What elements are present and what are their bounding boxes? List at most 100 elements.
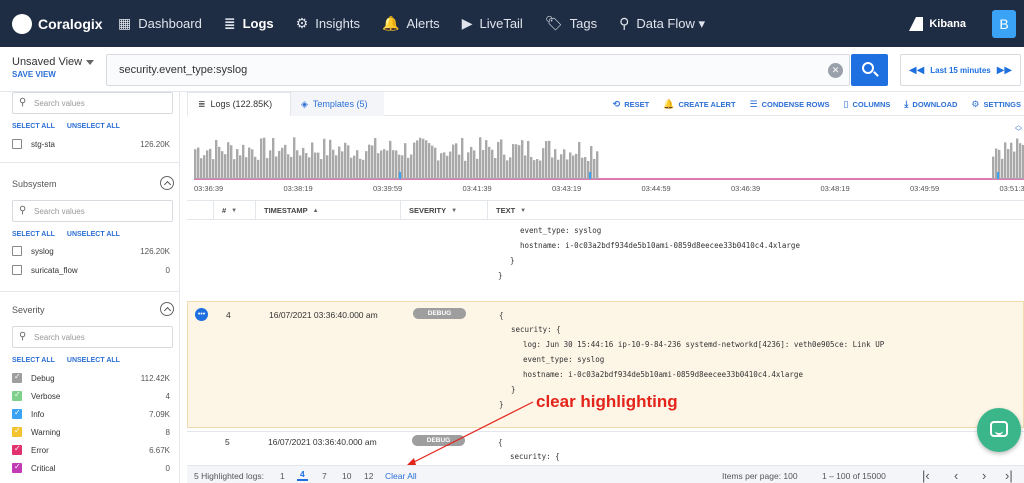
column-header-number[interactable]: # ▼ — [213, 201, 255, 220]
select-all-link[interactable]: SELECT ALL — [12, 123, 55, 130]
view-selector[interactable]: Unsaved View SAVE VIEW — [12, 56, 95, 79]
highlight-page-12[interactable]: 12 — [364, 471, 373, 481]
checkbox[interactable] — [12, 139, 22, 149]
histogram-bar — [269, 150, 272, 179]
nav-item-dataflow[interactable]: ⚲ Data Flow ▾ — [619, 0, 705, 47]
filter-item-critical[interactable]: Critical 0 — [12, 461, 170, 475]
checkbox[interactable] — [12, 246, 22, 256]
filter-item[interactable]: stg-sta 126.20K — [12, 137, 170, 151]
select-all-link[interactable]: SELECT ALL — [12, 357, 55, 364]
kibana-link[interactable]: Kibana — [909, 16, 966, 31]
query-input[interactable]: security.event_type:syslog ✕ — [106, 54, 850, 86]
checkbox[interactable] — [12, 390, 22, 401]
unselect-all-link[interactable]: UNSELECT ALL — [67, 123, 120, 130]
histogram-bar — [539, 160, 542, 179]
download-button[interactable]: ⤓ DOWNLOAD — [904, 99, 957, 110]
search-button[interactable] — [851, 54, 888, 86]
chat-widget-button[interactable] — [977, 408, 1021, 452]
filter-item-syslog[interactable]: syslog 126.20K — [12, 244, 170, 258]
columns-button[interactable]: ▯ COLUMNS — [844, 99, 891, 110]
last-page-icon[interactable]: ›| — [1005, 468, 1013, 483]
histogram-bar — [311, 142, 314, 179]
checkbox[interactable] — [12, 265, 22, 275]
search-values-input[interactable]: ⚲ Search values — [12, 326, 173, 348]
histogram-axis: 03:36:39 03:38:19 03:39:59 03:41:39 03:43:19… — [194, 184, 1024, 196]
view-name[interactable]: Unsaved View — [12, 56, 95, 68]
column-header-text[interactable]: TEXT ▼ — [487, 201, 1024, 220]
filter-item-verbose[interactable]: Verbose 4 — [12, 389, 170, 403]
query-text[interactable]: security.event_type:syslog — [119, 64, 247, 76]
histogram-tick-label: 03:48:19 — [820, 184, 850, 193]
prev-page-icon[interactable]: ‹ — [954, 468, 958, 483]
nav-item-logs[interactable]: ≣ Logs — [224, 0, 274, 47]
filter-item-warning[interactable]: Warning 8 — [12, 425, 170, 439]
highlight-page-4[interactable]: 4 — [297, 469, 308, 481]
subsystem-header[interactable]: Subsystem — [12, 176, 174, 190]
column-header-timestamp[interactable]: TIMESTAMP ▲ — [255, 201, 400, 220]
log-line: log: Jun 30 15:44:16 ip-10-9-84-236 syst… — [523, 340, 885, 349]
gear-icon: ⚙ — [971, 98, 980, 109]
checkbox[interactable] — [12, 372, 22, 383]
divider — [0, 291, 180, 292]
settings-button[interactable]: ⚙ SETTINGS — [971, 99, 1021, 110]
avatar[interactable]: B — [992, 9, 1016, 38]
histogram-bar — [497, 141, 500, 179]
checkbox[interactable] — [12, 408, 22, 419]
unselect-all-link[interactable]: UNSELECT ALL — [67, 357, 120, 364]
highlight-page-1[interactable]: 1 — [280, 471, 285, 481]
checkbox[interactable] — [12, 426, 22, 437]
nav-item-alerts[interactable]: 🔔 Alerts — [382, 0, 440, 47]
filter-item-error[interactable]: Error 6.67K — [12, 443, 170, 457]
histogram-bar — [296, 150, 299, 179]
histogram-tick-label: 03:41:39 — [462, 184, 492, 193]
first-page-icon[interactable]: |‹ — [922, 468, 930, 483]
tab-logs[interactable]: ≣ Logs (122.85K) — [187, 92, 291, 116]
filter-item-suricata-flow[interactable]: suricata_flow 0 — [12, 263, 170, 277]
fast-forward-icon[interactable]: ▶▶ — [997, 65, 1012, 76]
brand[interactable]: Coralogix — [0, 13, 118, 34]
select-all-link[interactable]: SELECT ALL — [12, 231, 55, 238]
save-view-button[interactable]: SAVE VIEW — [12, 70, 94, 79]
histogram-bar — [419, 137, 422, 179]
histogram-bar — [344, 142, 347, 179]
reset-button[interactable]: ⟲ RESET — [613, 99, 650, 110]
condense-rows-button[interactable]: ☰ CONDENSE ROWS — [750, 99, 830, 110]
histogram-bar — [278, 150, 281, 179]
highlight-page-7[interactable]: 7 — [322, 471, 327, 481]
severity-header[interactable]: Severity — [12, 302, 174, 316]
search-values-input[interactable]: ⚲ Search values — [12, 200, 173, 222]
nav-item-tags[interactable]: 🏷 Tags — [545, 0, 597, 47]
filter-item-info[interactable]: Info 7.09K — [12, 407, 170, 421]
tab-templates[interactable]: ◈ Templates (5) — [291, 92, 384, 116]
rewind-icon[interactable]: ◀◀ — [909, 65, 924, 76]
filter-item-debug[interactable]: Debug 112.42K — [12, 371, 170, 385]
next-page-icon[interactable]: › — [982, 468, 986, 483]
collapse-icon[interactable] — [160, 176, 174, 190]
collapse-icon[interactable] — [160, 302, 174, 316]
highlight-page-10[interactable]: 10 — [342, 471, 351, 481]
time-range-picker[interactable]: ◀◀ Last 15 minutes ▶▶ — [900, 54, 1021, 86]
condense-icon: ☰ — [749, 98, 758, 109]
histogram-bar — [281, 147, 284, 179]
unselect-all-link[interactable]: UNSELECT ALL — [67, 231, 120, 238]
histogram-bar — [578, 142, 581, 179]
column-header-severity[interactable]: SEVERITY ▼ — [400, 201, 487, 220]
search-values-input[interactable]: ⚲ Search values — [12, 92, 173, 114]
row-menu-icon[interactable]: ••• — [195, 308, 208, 321]
histogram-bar — [335, 155, 338, 179]
nav-item-insights[interactable]: ⚙ Insights — [296, 0, 360, 47]
create-alert-button[interactable]: 🔔 CREATE ALERT — [663, 99, 735, 110]
clear-all-link[interactable]: Clear All — [385, 471, 417, 481]
nav-item-dashboard[interactable]: ▦ Dashboard — [118, 0, 202, 47]
table-row[interactable]: event_type: syslog hostname: i-0c03a2bdf… — [187, 220, 1024, 296]
histogram-bar — [473, 150, 476, 179]
log-line: } — [511, 385, 516, 394]
nav-item-livetail[interactable]: ▶ LiveTail — [462, 0, 523, 47]
items-per-page[interactable]: Items per page: 100 — [722, 471, 798, 481]
table-row[interactable]: 5 16/07/2021 03:36:40.000 am DEBUG { sec… — [187, 432, 1024, 465]
checkbox[interactable] — [12, 444, 22, 455]
clear-query-icon[interactable]: ✕ — [828, 63, 843, 78]
filter-item-label: Critical — [31, 463, 56, 473]
log-histogram[interactable] — [194, 134, 1024, 186]
checkbox[interactable] — [12, 462, 22, 473]
